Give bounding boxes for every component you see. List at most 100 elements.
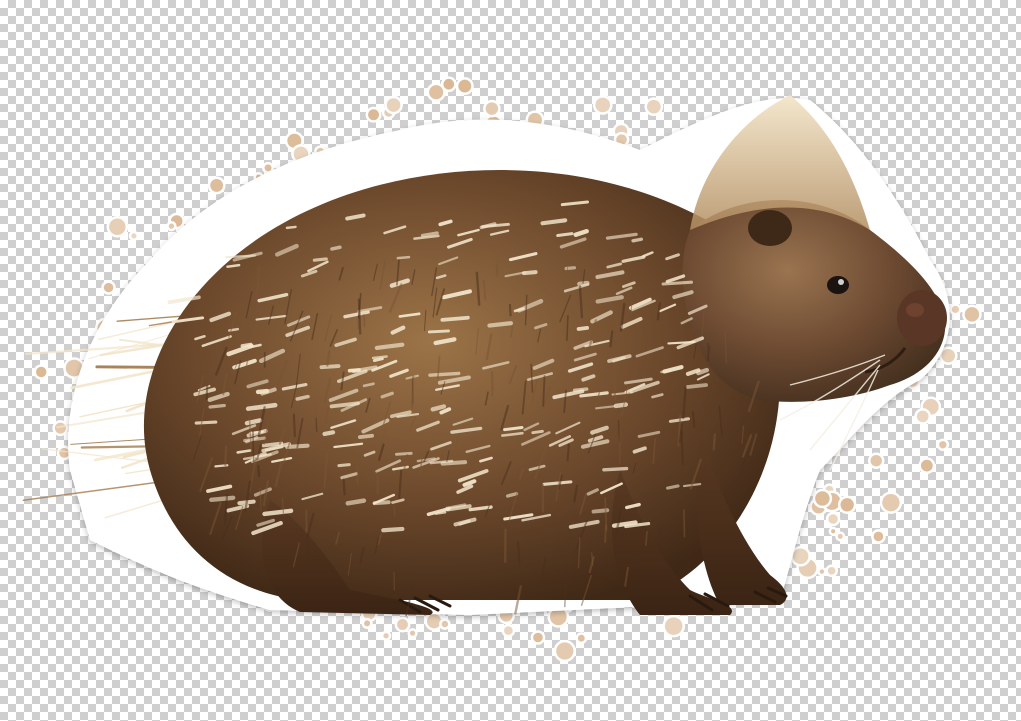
- splatter-dot: [429, 85, 444, 100]
- quill-dash: [194, 420, 218, 425]
- quill-dash: [661, 280, 693, 286]
- splatter-dot: [210, 179, 224, 192]
- fur-streak: [566, 315, 569, 342]
- fur-streak: [393, 505, 396, 517]
- quill-dash: [319, 364, 341, 370]
- splatter-dot: [427, 614, 442, 629]
- quill-dash: [531, 429, 544, 435]
- fur-streak: [306, 540, 310, 572]
- splatter-dot: [549, 608, 567, 626]
- splatter-dot: [443, 78, 455, 90]
- quill-dash: [440, 460, 468, 466]
- transparency-checkerboard-background: [0, 0, 1021, 721]
- splatter-dot: [595, 97, 611, 113]
- fur-streak: [517, 541, 521, 565]
- porcupine-sticker-illustration: [22, 76, 982, 663]
- fur-streak: [542, 375, 546, 407]
- splatter-dot: [819, 569, 825, 574]
- quill-dash: [696, 367, 710, 376]
- splatter-dot: [556, 642, 574, 660]
- fur-streak: [658, 526, 662, 540]
- quill-dash: [330, 245, 342, 251]
- quill-dash: [556, 232, 574, 238]
- splatter-dot: [368, 109, 380, 121]
- fur-streak: [508, 303, 512, 317]
- quill-dash: [434, 511, 447, 515]
- splatter-dot: [916, 410, 929, 423]
- fur-streak: [495, 263, 499, 278]
- fur-streak: [411, 375, 415, 410]
- quill-dash: [208, 403, 226, 409]
- eye: [827, 276, 849, 294]
- splatter-dot: [577, 634, 585, 642]
- splatter-dot: [264, 164, 272, 172]
- splatter-dot: [951, 305, 960, 313]
- quill-dash: [285, 225, 297, 230]
- quill-dash: [312, 257, 328, 262]
- quill-dash: [428, 371, 461, 377]
- fur-streak: [252, 429, 255, 463]
- splatter-dot: [485, 102, 499, 115]
- splatter-dot: [36, 366, 47, 378]
- quill-dash: [345, 498, 367, 506]
- splatter-dot: [458, 79, 472, 93]
- splatter-dot: [504, 626, 513, 635]
- quill-dash: [295, 394, 310, 401]
- fur-streak: [612, 379, 617, 401]
- quill-dash: [602, 466, 629, 472]
- splatter-dot: [364, 620, 371, 627]
- fur-streak: [292, 413, 296, 438]
- quill-dash: [396, 255, 411, 260]
- quill-dash: [371, 355, 388, 360]
- splatter-dot: [792, 548, 809, 565]
- splatter-dot: [840, 498, 854, 512]
- fur-streak: [205, 384, 209, 401]
- splatter-dot: [533, 632, 543, 643]
- quill-dash: [427, 329, 450, 334]
- fur-streak: [315, 417, 318, 432]
- quill-dash: [685, 383, 708, 389]
- splatter-dot: [168, 223, 175, 229]
- quill-dash: [337, 463, 351, 468]
- splatter-dot: [815, 491, 830, 506]
- quill-dash: [395, 451, 413, 456]
- nose: [897, 290, 947, 346]
- splatter-dot: [646, 99, 661, 114]
- quill-dash: [666, 484, 680, 490]
- quill-dash: [440, 315, 470, 322]
- splatter-dot: [109, 218, 126, 236]
- quill-dash: [505, 492, 519, 498]
- ear: [748, 210, 792, 246]
- splatter-dot: [837, 533, 843, 539]
- fur-streak: [313, 414, 317, 431]
- fur-streak: [224, 446, 228, 467]
- fur-streak: [342, 478, 346, 496]
- quill-dash: [255, 388, 270, 395]
- fur-streak: [683, 508, 686, 538]
- splatter-dot: [831, 529, 836, 534]
- fur-streak: [357, 298, 362, 335]
- splatter-dot: [827, 566, 836, 575]
- quill-dash: [209, 495, 236, 502]
- quill-dash: [430, 404, 447, 412]
- quill-dash: [240, 342, 253, 348]
- splatter-dot: [59, 447, 70, 458]
- splatter-dot: [386, 98, 401, 112]
- fur-streak: [257, 464, 261, 478]
- fur-streak: [707, 342, 710, 362]
- splatter-dot: [873, 531, 884, 542]
- fur-streak: [363, 314, 366, 328]
- quill-dash: [487, 321, 514, 328]
- splatter-dot: [397, 619, 408, 630]
- fur-streak: [692, 411, 696, 429]
- fur-streak: [645, 531, 648, 546]
- splatter-dot: [870, 454, 882, 467]
- fur-streak: [712, 433, 716, 451]
- fur-streak: [630, 300, 633, 315]
- quill-dash: [322, 430, 336, 437]
- splatter-dot: [964, 307, 980, 322]
- quill-dash: [226, 263, 241, 268]
- splatter-dot: [920, 459, 933, 472]
- splatter-dot: [441, 620, 449, 628]
- quill-dash: [540, 218, 568, 226]
